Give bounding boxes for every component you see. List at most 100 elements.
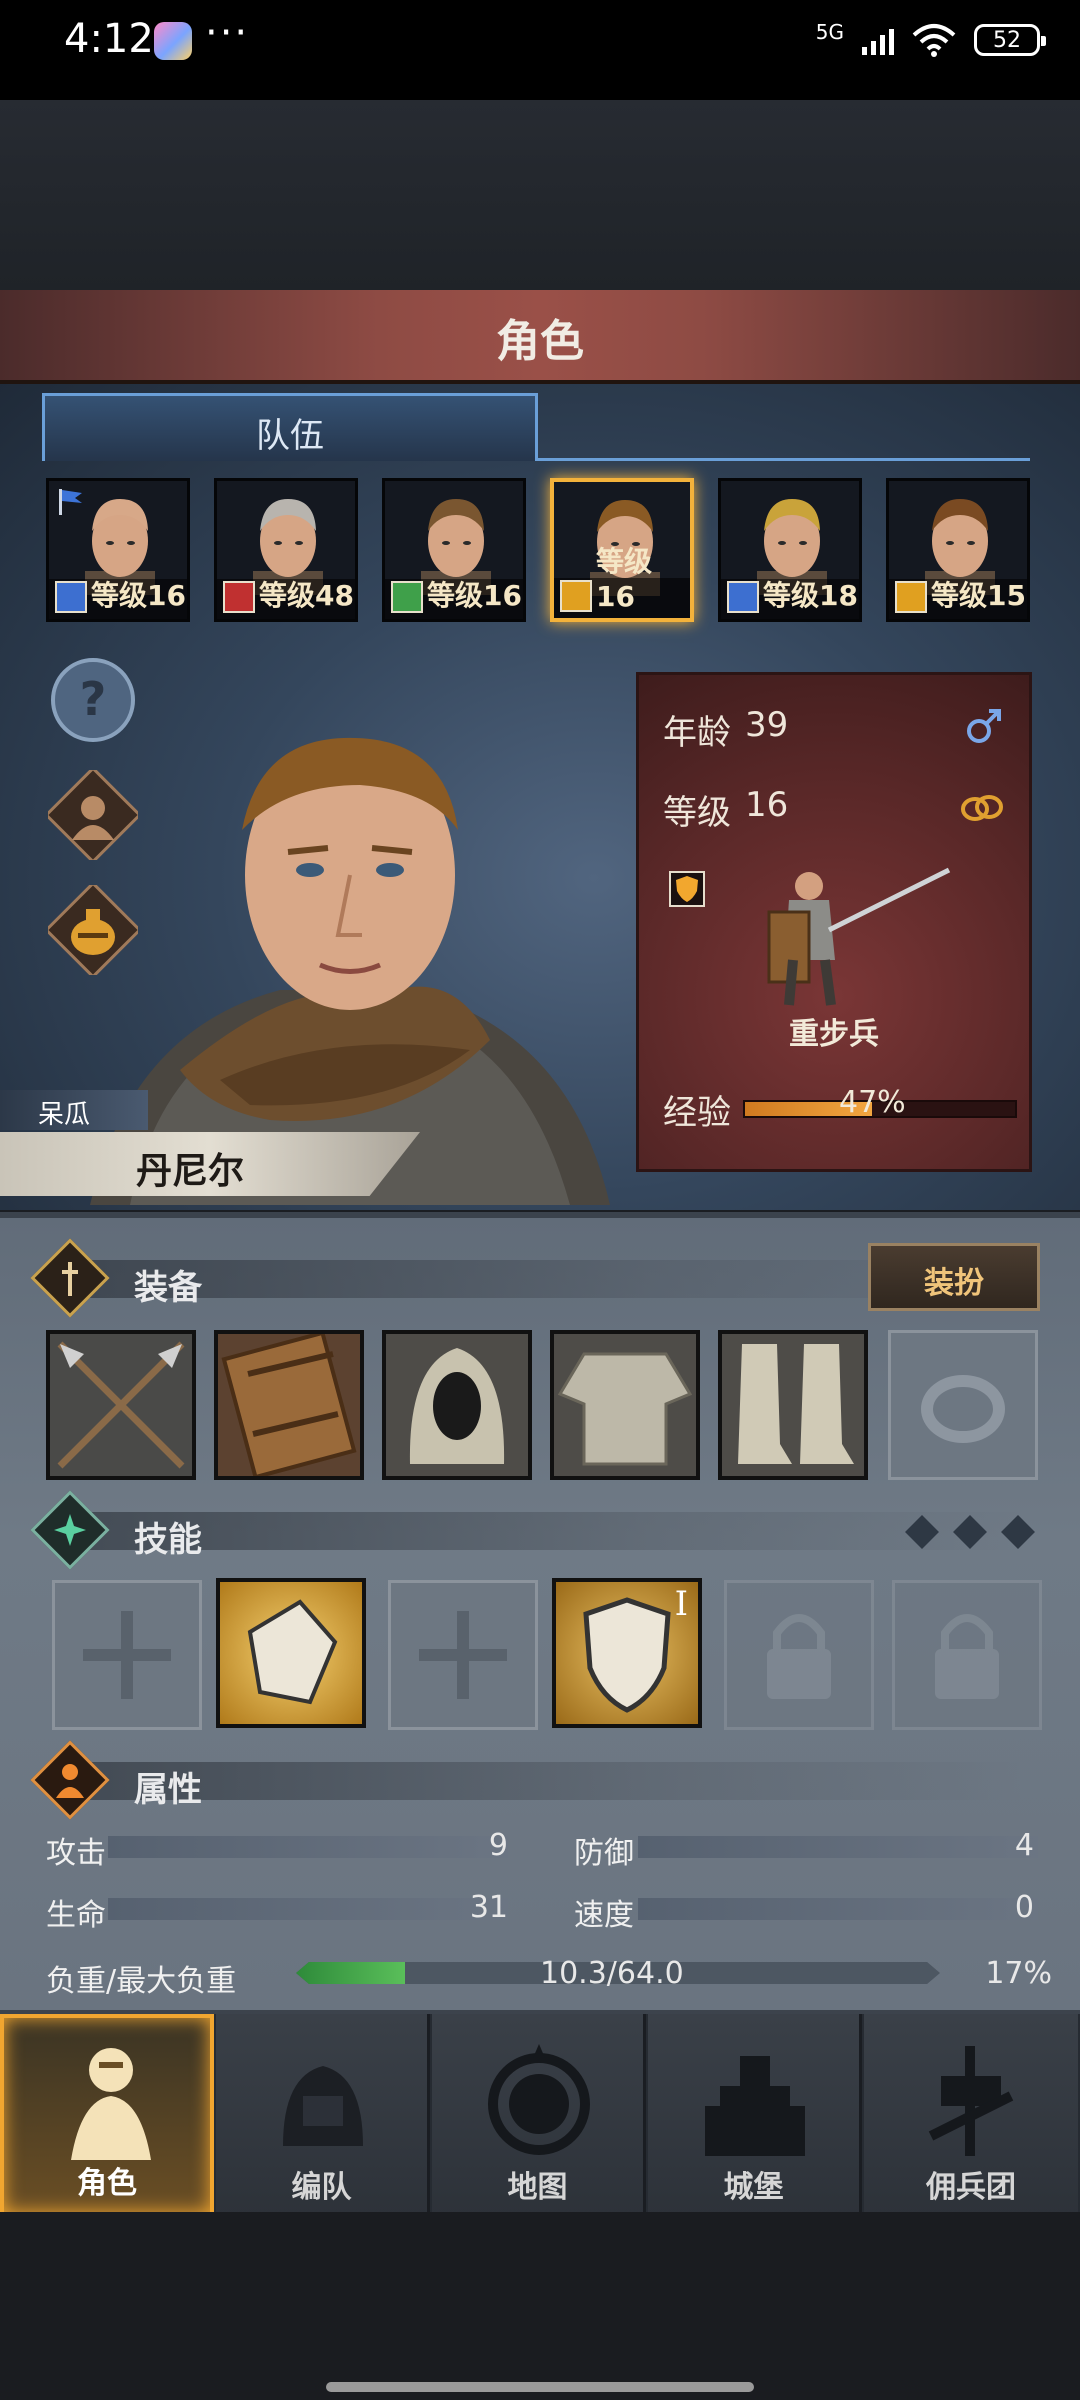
male-gender-icon [967,709,1001,743]
skills-title: 技能 [134,1520,202,1560]
bottom-nav: 角色 编队 地图 城堡 佣兵团 [0,2010,1080,2216]
team-roster: 等级16 等级48 等级16 等级16 等级18 等级15 [46,478,1036,624]
hood-icon [409,1348,505,1464]
nav-castle[interactable]: 城堡 [648,2014,862,2216]
info-card: 年龄 39 等级 16 重步兵 经验 47% [636,672,1032,1172]
xp-label: 经验 [663,1093,731,1133]
network-type: 5G [815,20,844,44]
nav-character[interactable]: 角色 [0,2014,214,2216]
chainmail-icon [557,1352,693,1466]
member-level: 等级48 [259,579,354,612]
wooden-shield-icon [221,1334,357,1476]
class-icon [727,581,759,613]
skill-slot-locked [724,1580,874,1730]
character-name: 丹尼尔 [136,1151,245,1192]
level-strip: 等级48 [217,579,355,619]
skill-rank: I [674,1584,688,1624]
equip-slot-body[interactable] [550,1330,700,1480]
status-bar: 4:12 ··· 5G 52 [0,0,1080,100]
page-title: 角色 [496,316,584,367]
helmet-crest-icon [283,2066,363,2146]
boots-icon [738,1344,854,1464]
outfit-button-label: 装扮 [924,1266,984,1301]
signal-icon [862,25,894,55]
class-name: 重步兵 [789,1017,879,1052]
nav-mercenaries-label: 佣兵团 [926,2170,1016,2205]
level-strip: 等级16 [49,579,187,619]
equip-slot-ring[interactable] [888,1330,1038,1480]
home-indicator[interactable] [326,2382,754,2392]
skill-slot-empty[interactable] [52,1580,202,1730]
nickname: 呆瓜 [38,1100,91,1130]
class-icon [895,581,927,613]
gauntlet-icon [247,1599,338,1705]
cross-placeholder-icon [83,1611,171,1699]
roster-member[interactable]: 等级16 [382,478,526,622]
level-strip: 等级16 [385,579,523,619]
roster-member[interactable]: 等级15 [886,478,1030,622]
roster-member[interactable]: 等级48 [214,478,358,622]
level-label: 等级 [663,793,731,833]
battery-level: 52 [993,27,1021,53]
speed-label: 速度 [574,1898,634,1933]
equipment-title: 装备 [134,1268,202,1308]
skills-section-header: 技能 [30,1490,1038,1570]
roster-member[interactable]: 等级16 [550,478,694,622]
status-time: 4:12 [64,16,154,62]
weight-label: 负重/最大负重 [46,1964,237,1999]
roster-member[interactable]: 等级16 [46,478,190,622]
star-burst-icon [54,1514,86,1546]
equip-slot-feet[interactable] [718,1330,868,1480]
class-icon [55,581,87,613]
defense-label: 防御 [574,1836,634,1871]
equip-slot-head[interactable] [382,1330,532,1480]
level-strip: 等级16 [554,545,690,618]
outfit-button[interactable]: 装扮 [868,1243,1040,1311]
age-label: 年龄 [663,713,731,753]
weight-bar-fill [296,1962,406,1984]
battery-indicator: 52 [974,24,1046,56]
skill-slot-empty[interactable] [388,1580,538,1730]
attack-value: 9 [488,1828,508,1863]
roster-member[interactable]: 等级18 [718,478,862,622]
nav-castle-label: 城堡 [723,2170,784,2205]
member-level: 等级18 [763,579,858,612]
hp-label: 生命 [46,1898,106,1933]
skill-slot-locked [892,1580,1042,1730]
nav-formation-label: 编队 [291,2170,352,2205]
shield-class-icon [669,871,705,907]
age-value: 39 [745,705,789,745]
nav-mercenaries[interactable]: 佣兵团 [864,2014,1078,2216]
status-indicators: 5G 52 [815,18,1046,62]
member-level: 等级16 [427,579,522,612]
equip-slot-weapon[interactable] [46,1330,196,1480]
section-band [86,1762,1026,1800]
section-band [86,1512,1026,1550]
nav-map[interactable]: 地图 [432,2014,646,2216]
tab-underline [538,458,1030,461]
nav-formation[interactable]: 编队 [216,2014,430,2216]
equip-slot-offhand[interactable] [214,1330,364,1480]
xp-percent: 47% [839,1085,906,1120]
top-backdrop [0,100,1080,290]
heavy-infantry-figure [767,867,951,1006]
skill-points-icon [905,1515,1035,1549]
class-icon [391,581,423,613]
ring-icon [921,1375,1005,1443]
mercenary-banner-icon [928,2046,1014,2156]
cross-placeholder-icon [419,1611,507,1699]
skill-slot-gauntlet[interactable] [216,1578,366,1728]
rings-icon [961,795,1003,821]
name-plate[interactable]: 丹尼尔 [0,1132,420,1196]
lock-icon [767,1614,831,1699]
skill-slot-shield[interactable]: I [552,1578,702,1728]
class-icon [223,581,255,613]
class-icon [560,580,592,612]
level-strip: 等级18 [721,579,859,619]
game-app-icon [154,22,192,60]
level-strip: 等级15 [889,579,1027,619]
tab-team[interactable]: 队伍 [42,393,538,461]
dagger-icon [62,1262,78,1296]
tab-team-label: 队伍 [256,416,324,456]
knight-icon [71,2048,151,2160]
